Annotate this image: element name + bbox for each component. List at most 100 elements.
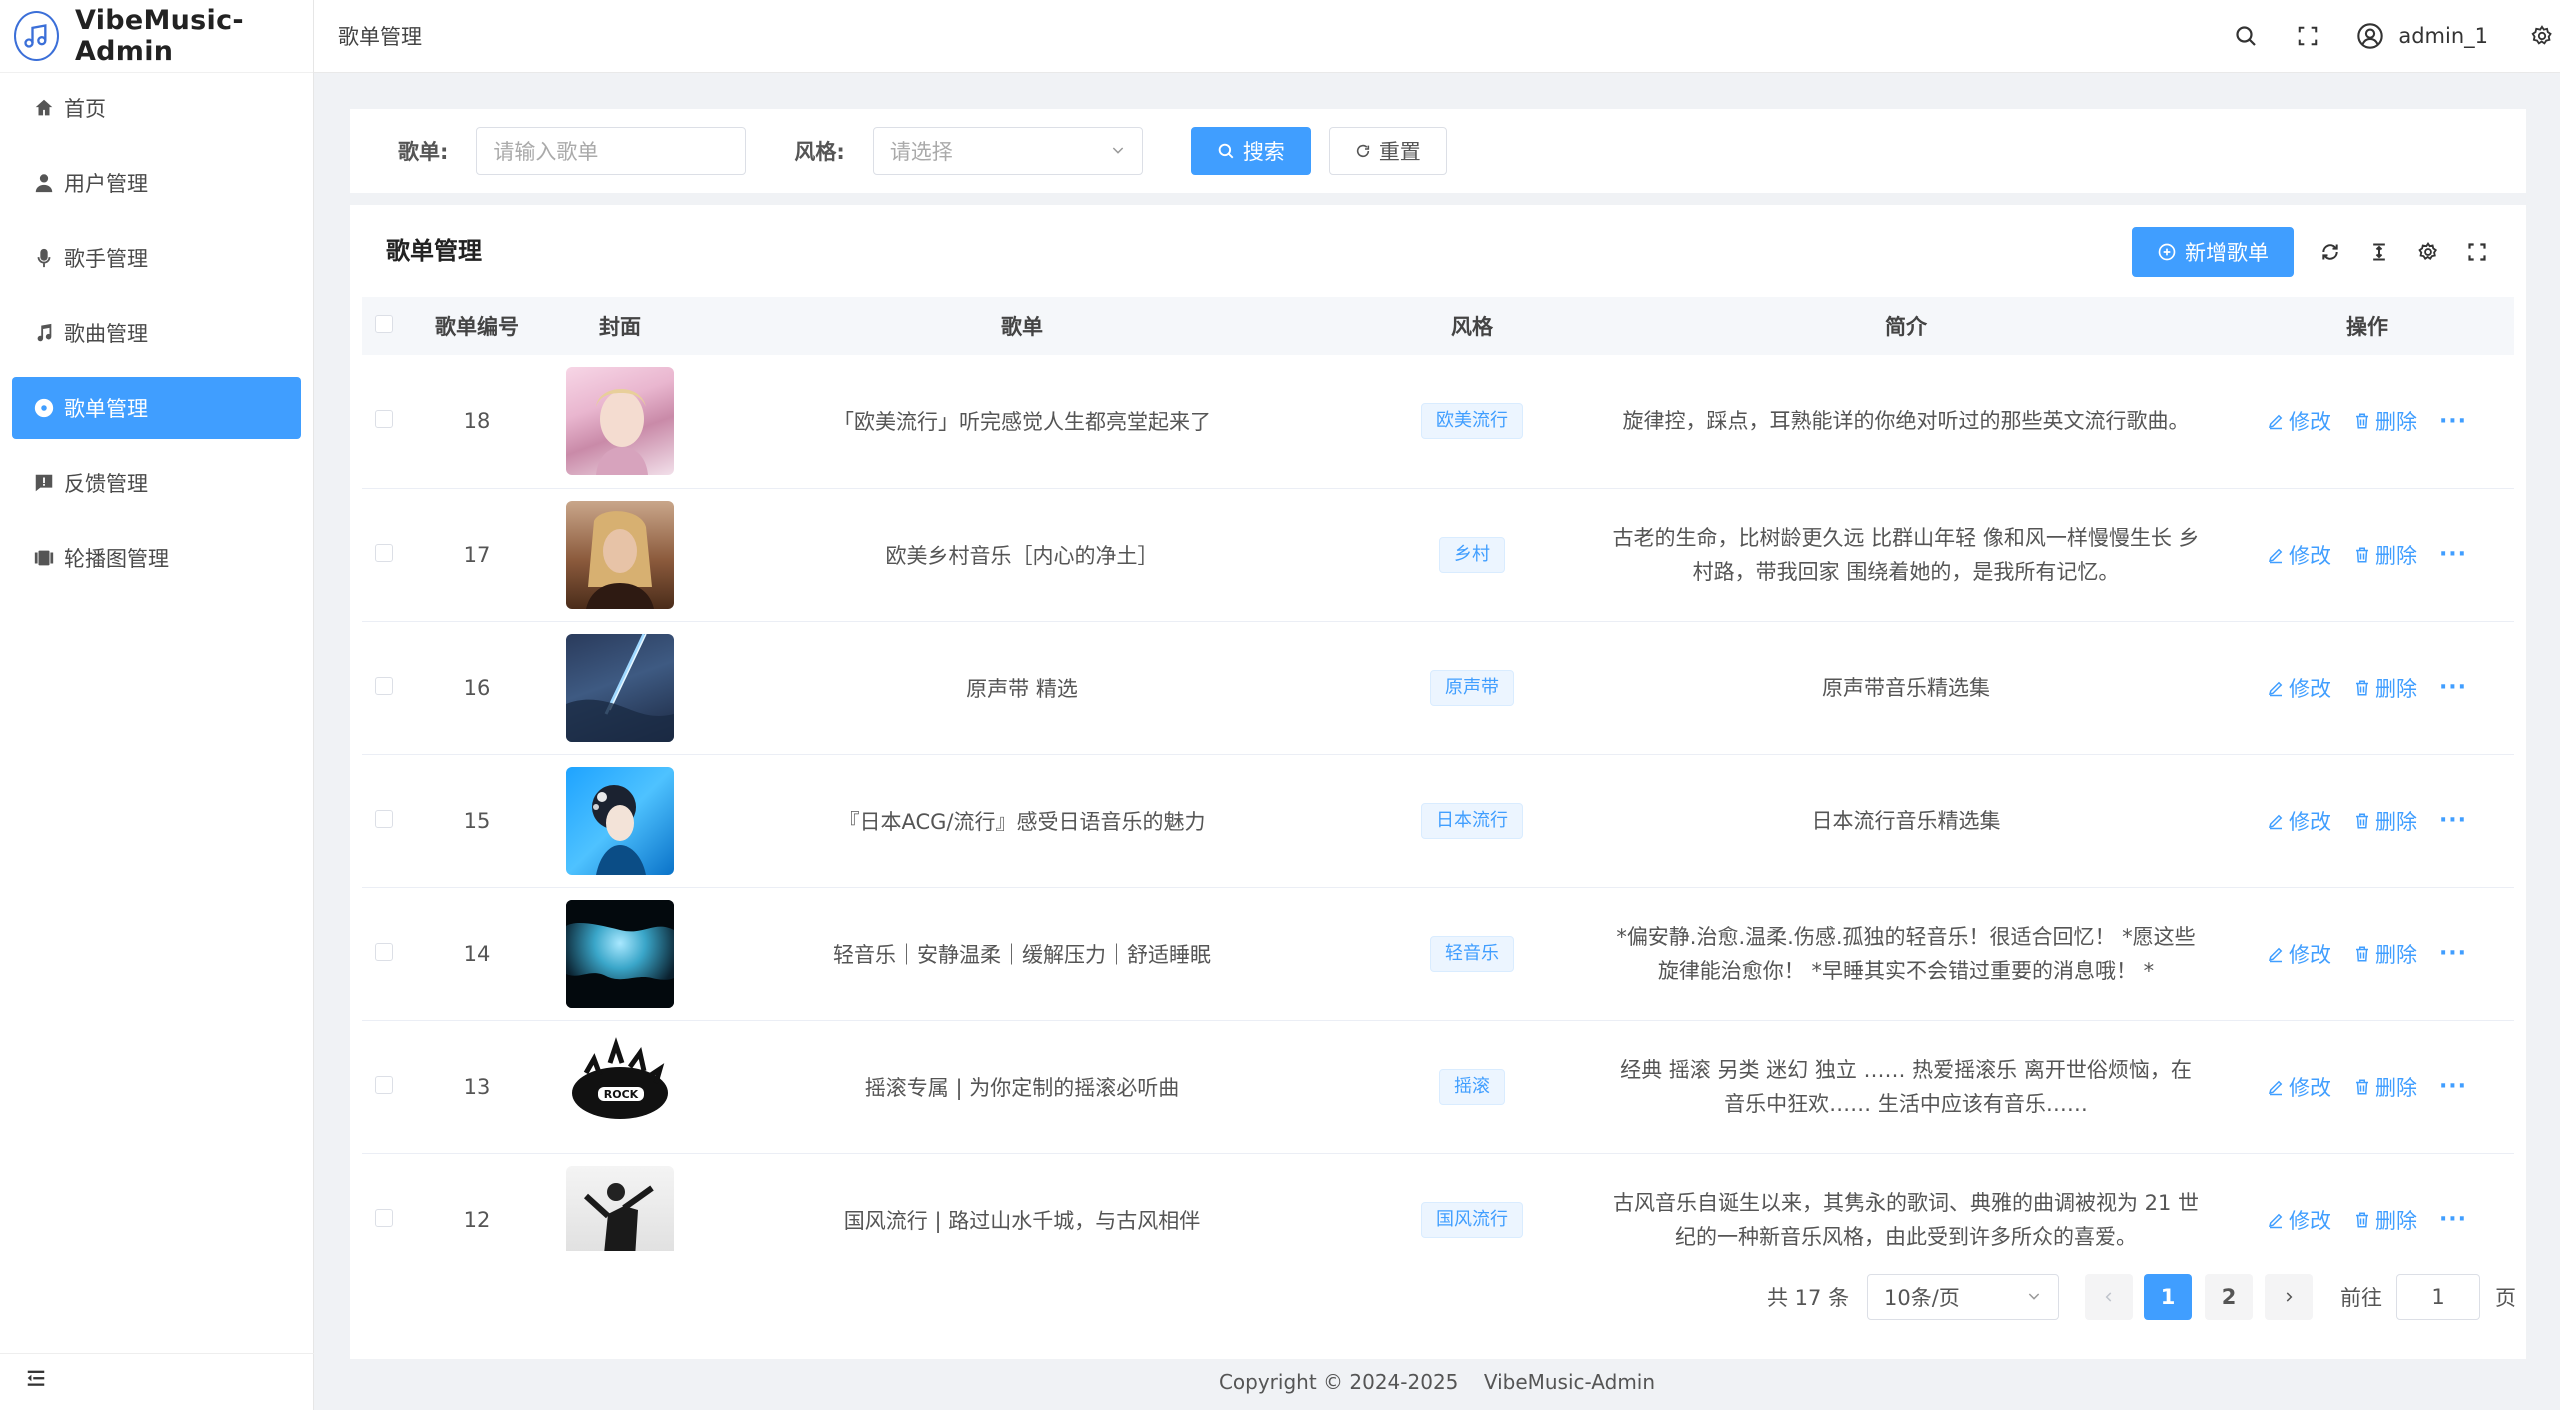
style-filter-label: 风格: [794, 140, 845, 164]
prev-page-button[interactable] [2085, 1274, 2133, 1320]
plus-circle-icon [2157, 242, 2177, 262]
trash-icon [2353, 1078, 2371, 1096]
brand: VibeMusic-Admin [0, 0, 313, 73]
music-note-icon [32, 321, 56, 345]
page-button-2[interactable]: 2 [2205, 1274, 2253, 1320]
next-page-button[interactable] [2265, 1274, 2313, 1320]
edit-label: 修改 [2288, 543, 2331, 568]
trash-icon [2353, 812, 2371, 830]
page-size-select[interactable]: 10条/页 [1867, 1274, 2059, 1320]
style-select[interactable]: 请选择 [872, 127, 1143, 175]
more-actions-icon[interactable]: ··· [2439, 675, 2467, 700]
edit-label: 修改 [2288, 942, 2331, 967]
edit-icon [2267, 679, 2285, 697]
more-actions-icon[interactable]: ··· [2439, 941, 2467, 966]
playlist-intro: 旋律控，踩点，耳熟能详的你绝对听过的那些英文流行歌曲。 [1622, 409, 2190, 434]
more-actions-icon[interactable]: ··· [2439, 409, 2467, 434]
delete-button[interactable]: 删除 [2353, 1072, 2417, 1102]
settings-gear-icon[interactable] [2526, 20, 2558, 52]
sidebar-item-label: 轮播图管理 [64, 547, 169, 571]
edit-button[interactable]: 修改 [2267, 806, 2331, 836]
more-actions-icon[interactable]: ··· [2439, 1207, 2467, 1232]
edit-button[interactable]: 修改 [2267, 673, 2331, 703]
search-icon[interactable] [2230, 20, 2262, 52]
microphone-icon [32, 246, 56, 270]
trash-icon [2353, 1211, 2371, 1229]
page-button-1[interactable]: 1 [2144, 1274, 2192, 1320]
edit-button[interactable]: 修改 [2267, 939, 2331, 969]
refresh-icon[interactable] [2315, 237, 2345, 267]
add-playlist-button[interactable]: 新增歌单 [2132, 227, 2294, 277]
style-select-placeholder: 请选择 [889, 140, 953, 164]
sidebar-item-singers[interactable]: 歌手管理 [12, 227, 301, 289]
more-actions-icon[interactable]: ··· [2439, 542, 2467, 567]
select-all-checkbox[interactable] [362, 297, 406, 355]
row-checkbox[interactable] [375, 543, 393, 562]
playlist-id: 18 [463, 409, 491, 434]
sidebar-item-label: 歌单管理 [64, 397, 148, 421]
collapse-menu-icon[interactable] [22, 1364, 50, 1392]
style-tag: 乡村 [1439, 536, 1505, 573]
playlist-search-input[interactable]: 请输入歌单 [476, 127, 747, 175]
sidebar-menu: 首页 用户管理 歌手管理 歌曲管理 歌单管理 反馈管理 轮播图管理 [0, 73, 313, 589]
delete-button[interactable]: 删除 [2353, 540, 2417, 570]
delete-button[interactable]: 删除 [2353, 673, 2417, 703]
row-checkbox[interactable] [375, 676, 393, 695]
sidebar-item-home[interactable]: 首页 [12, 77, 301, 139]
row-actions: 修改 删除 ··· [2220, 939, 2514, 969]
row-checkbox[interactable] [375, 410, 393, 429]
delete-button[interactable]: 删除 [2353, 406, 2417, 436]
app-title: VibeMusic-Admin [74, 5, 244, 67]
delete-button[interactable]: 删除 [2353, 806, 2417, 836]
row-checkbox[interactable] [375, 1208, 393, 1227]
row-checkbox[interactable] [375, 809, 393, 828]
edit-button[interactable]: 修改 [2267, 406, 2331, 436]
chevron-down-icon [2026, 1285, 2042, 1309]
sidebar-item-users[interactable]: 用户管理 [12, 152, 301, 214]
fullscreen-icon[interactable] [2292, 20, 2324, 52]
delete-label: 删除 [2374, 410, 2417, 435]
column-header[interactable]: 歌单编号 [406, 297, 548, 355]
playlist-cover-image [566, 766, 674, 875]
style-tag: 原声带 [1430, 669, 1514, 706]
edit-button[interactable]: 修改 [2267, 1205, 2331, 1235]
playlist-name: 欧美乡村音乐［内心的净土］ [885, 543, 1159, 568]
delete-label: 删除 [2374, 1208, 2417, 1233]
edit-button[interactable]: 修改 [2267, 540, 2331, 570]
row-actions: 修改 删除 ··· [2220, 806, 2514, 836]
playlist-cover-image [566, 1165, 674, 1251]
search-button[interactable]: 搜索 [1190, 127, 1311, 175]
sidebar-item-playlists[interactable]: 歌单管理 [12, 377, 301, 439]
reset-button[interactable]: 重置 [1328, 127, 1447, 175]
chevron-down-icon [1110, 139, 1126, 163]
playlist-id: 13 [463, 1074, 491, 1099]
delete-button[interactable]: 删除 [2353, 1205, 2417, 1235]
style-tag: 欧美流行 [1421, 403, 1523, 440]
delete-button[interactable]: 删除 [2353, 939, 2417, 969]
fullscreen-icon[interactable] [2462, 237, 2492, 267]
density-icon[interactable] [2364, 237, 2394, 267]
table-row: 12 国风流行 | 路过山水千城，与古风相伴 国风流行 古风音乐自诞生以来，其隽… [362, 1153, 2514, 1251]
search-bar: 歌单: 请输入歌单 风格: 请选择 搜索 重置 [350, 109, 2526, 193]
row-checkbox[interactable] [375, 942, 393, 961]
sidebar-item-carousel[interactable]: 轮播图管理 [12, 527, 301, 589]
column-header: 歌单 [1001, 315, 1043, 339]
row-actions: 修改 删除 ··· [2220, 1072, 2514, 1102]
more-actions-icon[interactable]: ··· [2439, 1074, 2467, 1099]
playlist-intro: 日本流行音乐精选集 [1811, 808, 2001, 833]
row-checkbox[interactable] [375, 1075, 393, 1094]
search-button-label: 搜索 [1242, 140, 1285, 164]
goto-page-input[interactable]: 1 [2396, 1274, 2480, 1320]
trash-icon [2353, 945, 2371, 963]
column-settings-icon[interactable] [2413, 237, 2443, 267]
edit-button[interactable]: 修改 [2267, 1072, 2331, 1102]
delete-label: 删除 [2374, 543, 2417, 568]
edit-icon [2267, 412, 2285, 430]
user-menu[interactable]: admin_1 [2354, 20, 2488, 52]
table-row: 13 ROCK 摇滚专属 | 为你定制的摇滚必听曲 摇滚 经典 摇滚 另类 迷幻… [362, 1020, 2514, 1153]
more-actions-icon[interactable]: ··· [2439, 808, 2467, 833]
playlist-cover-image [566, 367, 674, 476]
sidebar-item-feedback[interactable]: 反馈管理 [12, 452, 301, 514]
total-count: 共 17 条 [1767, 1286, 1850, 1310]
sidebar-item-songs[interactable]: 歌曲管理 [12, 302, 301, 364]
